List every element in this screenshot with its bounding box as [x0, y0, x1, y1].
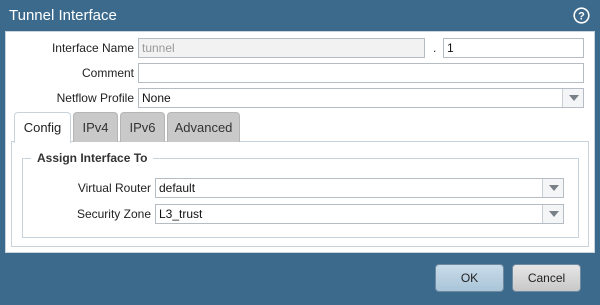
interface-name-label: Interface Name — [51, 41, 134, 55]
dialog-body: Interface Name tunnel . 1 Comment Netflo… — [5, 31, 595, 253]
virtual-router-label: Virtual Router — [77, 181, 151, 195]
comment-field[interactable] — [138, 63, 584, 83]
comment-label: Comment — [81, 66, 134, 80]
svg-text:?: ? — [578, 11, 585, 23]
ok-button[interactable]: OK — [435, 264, 504, 292]
tab-content-config: Assign Interface To Virtual Router defau… — [11, 142, 589, 247]
netflow-profile-label: Netflow Profile — [56, 91, 134, 105]
chevron-down-icon[interactable] — [542, 205, 563, 223]
dialog-footer: OK Cancel — [0, 254, 600, 305]
interface-suffix-field[interactable]: 1 — [443, 38, 584, 58]
security-zone-select[interactable]: L3_trust — [155, 204, 564, 224]
dialog-titlebar: Tunnel Interface ? — [0, 0, 600, 32]
interface-name-field: tunnel — [138, 38, 425, 58]
netflow-profile-select[interactable]: None — [138, 88, 584, 108]
cancel-button[interactable]: Cancel — [512, 264, 581, 292]
chevron-down-icon[interactable] — [562, 89, 583, 107]
section-title: Assign Interface To — [31, 151, 154, 165]
chevron-down-icon[interactable] — [542, 179, 563, 197]
tab-advanced[interactable]: Advanced — [167, 112, 240, 142]
security-zone-label: Security Zone — [76, 207, 151, 221]
help-icon[interactable]: ? — [573, 7, 590, 24]
virtual-router-value: default — [159, 181, 196, 195]
assign-interface-section: Assign Interface To Virtual Router defau… — [22, 151, 579, 238]
netflow-profile-value: None — [142, 91, 171, 105]
tab-ipv4[interactable]: IPv4 — [73, 112, 118, 142]
security-zone-value: L3_trust — [159, 207, 203, 221]
dialog-title: Tunnel Interface — [9, 7, 117, 24]
tab-config[interactable]: Config — [14, 112, 71, 143]
interface-name-separator: . — [433, 41, 437, 55]
virtual-router-select[interactable]: default — [155, 178, 564, 198]
tab-ipv6[interactable]: IPv6 — [120, 112, 165, 142]
tab-bar: Config IPv4 IPv6 Advanced — [11, 112, 589, 143]
